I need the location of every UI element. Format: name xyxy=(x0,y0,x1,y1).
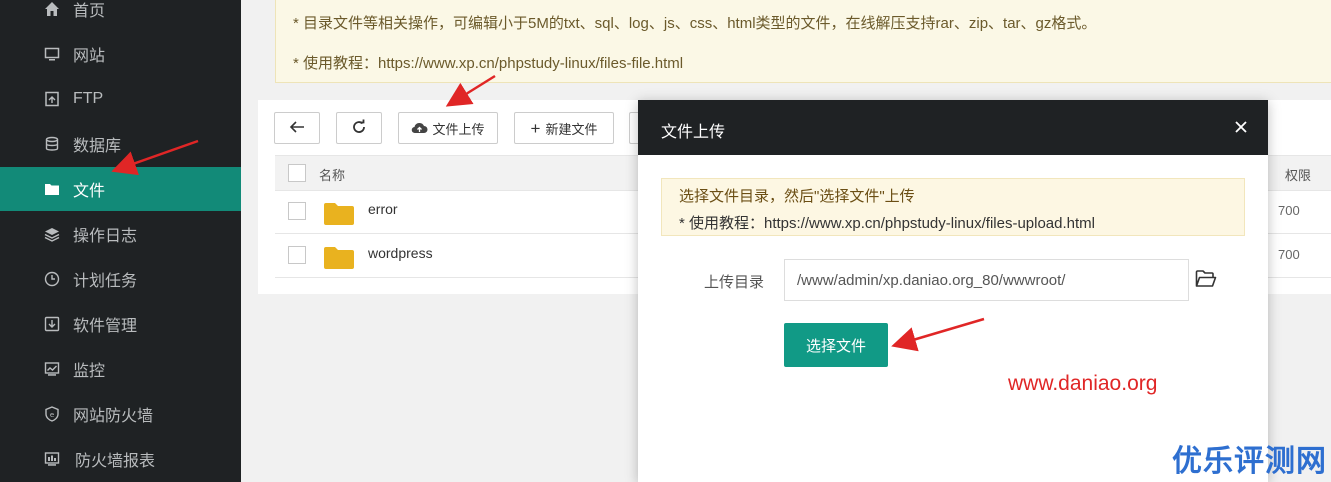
sidebar-item-label: 计划任务 xyxy=(73,273,138,290)
dialog-header: 文件上传 xyxy=(638,100,1268,155)
arrow-left-icon xyxy=(289,120,305,137)
sidebar-item-label: 数据库 xyxy=(73,138,122,155)
folder-open-icon[interactable] xyxy=(1195,269,1217,289)
watermark-brand: 优乐评测网 xyxy=(1172,445,1327,478)
sidebar-item-label: 防火墙报表 xyxy=(75,453,156,470)
database-icon xyxy=(43,135,61,153)
report-icon xyxy=(43,450,61,468)
folder-icon xyxy=(324,247,354,269)
select-all-checkbox[interactable] xyxy=(288,164,306,182)
sidebar-item-label: 监控 xyxy=(73,363,106,380)
sidebar-item-ftp[interactable]: FTP xyxy=(0,77,241,121)
sidebar-item-waf[interactable]: e 网站防火墙 xyxy=(0,392,241,436)
sidebar-item-label: 文件 xyxy=(73,183,106,200)
shield-icon: e xyxy=(43,405,61,423)
refresh-icon xyxy=(351,119,367,138)
file-name[interactable]: wordpress xyxy=(368,245,433,261)
cloud-upload-icon xyxy=(411,121,428,135)
file-perm: 700 xyxy=(1278,203,1300,218)
sidebar-item-label: 首页 xyxy=(73,3,106,20)
upload-file-button[interactable]: 文件上传 xyxy=(398,112,498,144)
sidebar-item-waf-report[interactable]: 防火墙报表 xyxy=(0,437,241,481)
folder-icon xyxy=(324,203,354,225)
upload-file-label: 文件上传 xyxy=(432,121,485,137)
upload-dialog: 文件上传 选择文件目录，然后"选择文件"上传 * 使用教程：https://ww… xyxy=(638,100,1268,482)
ftp-icon xyxy=(43,90,61,108)
layers-icon xyxy=(43,225,61,243)
upload-tip-box: 选择文件目录，然后"选择文件"上传 * 使用教程：https://www.xp.… xyxy=(661,178,1245,236)
sidebar: 首页 网站 FTP 数据库 文件 操作日志 计划任务 软件管理 监控 e 网站防… xyxy=(0,0,241,482)
file-perm: 700 xyxy=(1278,247,1300,262)
row-checkbox[interactable] xyxy=(288,202,306,220)
plus-icon: + xyxy=(530,118,541,138)
file-name[interactable]: error xyxy=(368,201,398,217)
sidebar-item-label: 网站 xyxy=(73,48,106,65)
column-name-header: 名称 xyxy=(319,168,346,183)
choose-file-button[interactable]: 选择文件 xyxy=(784,323,888,367)
notice-box: * 目录文件等相关操作，可编辑小于5M的txt、sql、log、js、css、h… xyxy=(275,0,1331,83)
sidebar-item-database[interactable]: 数据库 xyxy=(0,122,241,166)
sidebar-item-website[interactable]: 网站 xyxy=(0,32,241,76)
sidebar-item-oplog[interactable]: 操作日志 xyxy=(0,212,241,256)
sidebar-item-monitor[interactable]: 监控 xyxy=(0,347,241,391)
new-file-label: 新建文件 xyxy=(545,121,598,137)
new-file-button[interactable]: + 新建文件 xyxy=(514,112,614,144)
upload-tip-line-2: * 使用教程：https://www.xp.cn/phpstudy-linux/… xyxy=(679,215,1095,232)
column-perm-header: 权限 xyxy=(1285,168,1312,183)
notice-line-2: * 使用教程：https://www.xp.cn/phpstudy-linux/… xyxy=(293,55,684,72)
upload-tip-line-1: 选择文件目录，然后"选择文件"上传 xyxy=(679,188,915,205)
chart-icon xyxy=(43,360,61,378)
upload-dir-input[interactable] xyxy=(784,259,1189,301)
row-checkbox[interactable] xyxy=(288,246,306,264)
upload-dir-label: 上传目录 xyxy=(704,274,765,291)
back-button[interactable] xyxy=(274,112,320,144)
close-icon[interactable] xyxy=(1230,116,1252,138)
download-icon xyxy=(43,315,61,333)
watermark-site: www.daniao.org xyxy=(1008,372,1158,395)
notice-line-1: * 目录文件等相关操作，可编辑小于5M的txt、sql、log、js、css、h… xyxy=(293,15,1097,32)
home-icon xyxy=(43,0,61,18)
monitor-icon xyxy=(43,45,61,63)
sidebar-item-label: 操作日志 xyxy=(73,228,138,245)
refresh-button[interactable] xyxy=(336,112,382,144)
sidebar-item-label: 网站防火墙 xyxy=(73,408,154,425)
sidebar-item-label: 软件管理 xyxy=(73,318,138,335)
sidebar-item-software[interactable]: 软件管理 xyxy=(0,302,241,346)
sidebar-item-home[interactable]: 首页 xyxy=(0,0,241,31)
sidebar-item-label: FTP xyxy=(73,90,104,107)
clock-icon xyxy=(43,270,61,288)
svg-text:e: e xyxy=(50,411,54,419)
sidebar-item-files[interactable]: 文件 xyxy=(0,167,241,211)
folder-icon xyxy=(43,180,61,198)
sidebar-item-cron[interactable]: 计划任务 xyxy=(0,257,241,301)
dialog-title: 文件上传 xyxy=(661,124,726,141)
